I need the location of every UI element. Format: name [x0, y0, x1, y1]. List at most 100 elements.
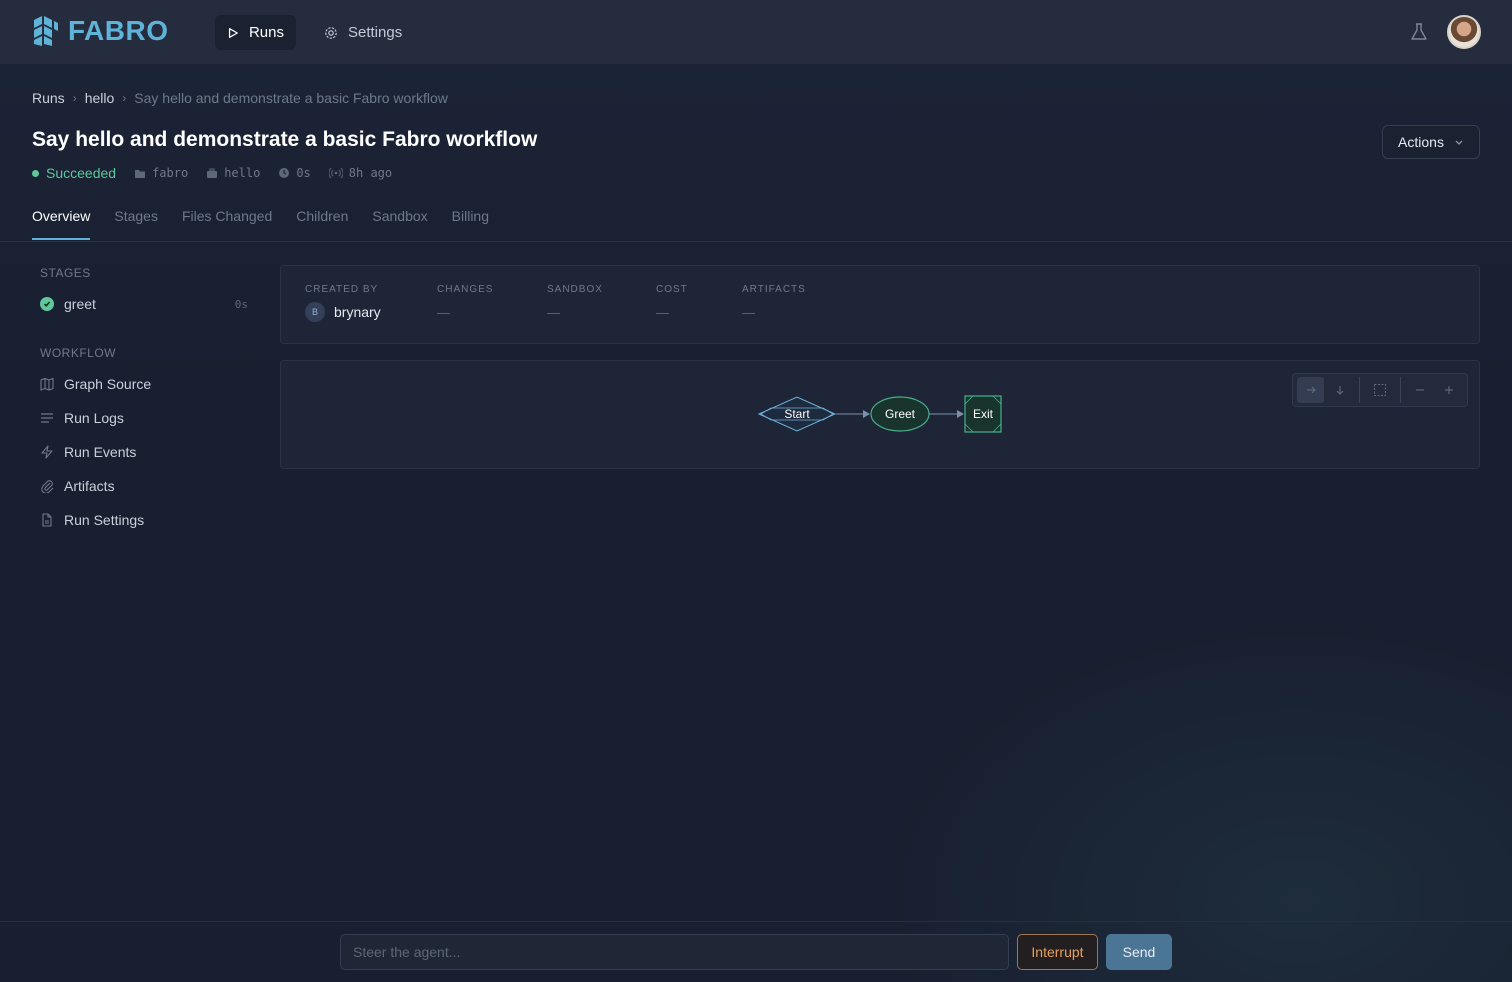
chevron-right-icon: ›	[122, 91, 127, 105]
created-by-label: CREATED BY	[305, 284, 379, 295]
sandbox-field: SANDBOX —	[547, 284, 603, 320]
nav-runs-button[interactable]: Runs	[215, 15, 296, 50]
actions-label: Actions	[1398, 134, 1444, 150]
breadcrumb-workflow[interactable]: hello	[85, 90, 115, 106]
graph-node-greet[interactable]: Greet	[870, 396, 930, 432]
sidebar-item-label: Run Settings	[64, 512, 145, 528]
tab-overview[interactable]: Overview	[32, 208, 91, 240]
tab-children[interactable]: Children	[296, 208, 348, 240]
check-circle-icon	[40, 297, 54, 311]
zoom-in-button[interactable]	[1436, 377, 1463, 403]
creator-name: brynary	[334, 304, 381, 320]
play-icon	[228, 27, 238, 38]
user-avatar[interactable]	[1447, 15, 1481, 49]
meta-duration: 0s	[278, 166, 311, 180]
creator[interactable]: B brynary	[305, 302, 381, 322]
artifacts-value: —	[742, 305, 755, 320]
sandbox-value: —	[547, 305, 560, 320]
tabs-divider	[0, 241, 1512, 242]
zoom-out-button[interactable]	[1407, 377, 1434, 403]
artifacts-label: ARTIFACTS	[742, 284, 806, 295]
fit-view-icon	[1373, 383, 1387, 397]
logo-icon	[34, 16, 58, 46]
sidebar-item-graph-source[interactable]: Graph Source	[40, 376, 250, 392]
logo-text: FABRO	[68, 15, 169, 46]
meta-duration-text: 0s	[296, 166, 311, 180]
interrupt-button[interactable]: Interrupt	[1017, 934, 1098, 970]
graph-node-exit[interactable]: Exit	[964, 395, 1002, 433]
graph-node-start-label: Start	[784, 407, 810, 421]
cost-field: COST —	[656, 284, 688, 320]
chevron-down-icon	[1455, 140, 1463, 145]
toolbar-divider	[1399, 377, 1401, 403]
graph-node-greet-label: Greet	[885, 407, 916, 421]
arrow-down-icon	[1336, 386, 1344, 395]
layout-horizontal-button[interactable]	[1297, 377, 1325, 403]
map-icon	[40, 377, 54, 391]
arrow-right-icon	[1306, 386, 1316, 394]
plus-icon	[1445, 386, 1454, 394]
tab-files-changed[interactable]: Files Changed	[182, 208, 272, 240]
fit-view-button[interactable]	[1366, 377, 1393, 403]
send-button[interactable]: Send	[1106, 934, 1172, 970]
graph-node-exit-label: Exit	[973, 407, 994, 421]
sidebar-item-run-events[interactable]: Run Events	[40, 444, 250, 460]
broadcast-icon	[328, 167, 343, 179]
nav-runs-label: Runs	[248, 24, 284, 41]
fabro-logo[interactable]: FABRO	[32, 14, 169, 48]
run-meta: Succeeded fabro hello 0s 8h ago	[32, 165, 392, 181]
tab-billing[interactable]: Billing	[452, 208, 489, 240]
flask-icon[interactable]	[1409, 22, 1429, 42]
sidebar-item-label: Run Logs	[64, 410, 124, 426]
briefcase-icon	[207, 168, 218, 178]
meta-age-text: 8h ago	[348, 166, 393, 180]
composer-divider	[0, 921, 1512, 922]
actions-button[interactable]: Actions	[1382, 125, 1480, 159]
graph-toolbar	[1292, 373, 1468, 407]
file-icon	[42, 513, 52, 527]
clock-icon	[279, 168, 290, 178]
nav-settings-button[interactable]: Settings	[312, 15, 414, 50]
created-by-field: CREATED BY B brynary	[305, 284, 381, 322]
paperclip-icon	[41, 480, 54, 493]
changes-label: CHANGES	[437, 284, 494, 295]
creator-avatar: B	[305, 302, 325, 322]
changes-field: CHANGES —	[437, 284, 493, 320]
meta-workflow-text: hello	[224, 166, 261, 180]
folder-icon	[135, 169, 146, 178]
stages-heading: STAGES	[40, 266, 91, 280]
sidebar-item-label: Artifacts	[64, 478, 115, 494]
steer-agent-input[interactable]	[340, 934, 1009, 970]
run-tabs: Overview Stages Files Changed Children S…	[32, 208, 489, 240]
status-badge: Succeeded	[32, 165, 116, 181]
cost-label: COST	[656, 284, 688, 295]
tab-stages[interactable]: Stages	[114, 208, 158, 240]
stage-item-greet[interactable]: greet 0s	[40, 296, 250, 312]
graph-arrow	[957, 410, 964, 418]
sidebar-item-label: Run Events	[64, 444, 137, 460]
sidebar-item-artifacts[interactable]: Artifacts	[40, 478, 250, 494]
toolbar-divider	[1359, 377, 1361, 403]
status-text: Succeeded	[46, 165, 117, 181]
minus-icon	[1416, 389, 1425, 391]
meta-repo-text: fabro	[152, 166, 189, 180]
artifacts-field: ARTIFACTS —	[742, 284, 806, 320]
lines-icon	[41, 413, 53, 423]
sidebar-item-label: Graph Source	[64, 376, 152, 392]
meta-age: 8h ago	[328, 166, 393, 180]
layout-vertical-button[interactable]	[1326, 377, 1353, 403]
sandbox-label: SANDBOX	[547, 284, 603, 295]
stage-duration: 0s	[234, 297, 248, 311]
stage-label: greet	[64, 296, 96, 312]
run-info-card: CREATED BY B brynary CHANGES — SANDBOX —…	[280, 265, 1480, 344]
status-dot	[32, 169, 39, 177]
sidebar-item-run-settings[interactable]: Run Settings	[40, 512, 250, 528]
changes-value: —	[437, 305, 450, 320]
sidebar-item-run-logs[interactable]: Run Logs	[40, 410, 250, 426]
tab-sandbox[interactable]: Sandbox	[372, 208, 427, 240]
cost-value: —	[656, 305, 669, 320]
graph-node-start[interactable]: Start	[757, 396, 837, 432]
page-title: Say hello and demonstrate a basic Fabro …	[32, 128, 538, 151]
breadcrumb-current: Say hello and demonstrate a basic Fabro …	[134, 90, 448, 106]
breadcrumb-runs[interactable]: Runs	[32, 90, 65, 106]
